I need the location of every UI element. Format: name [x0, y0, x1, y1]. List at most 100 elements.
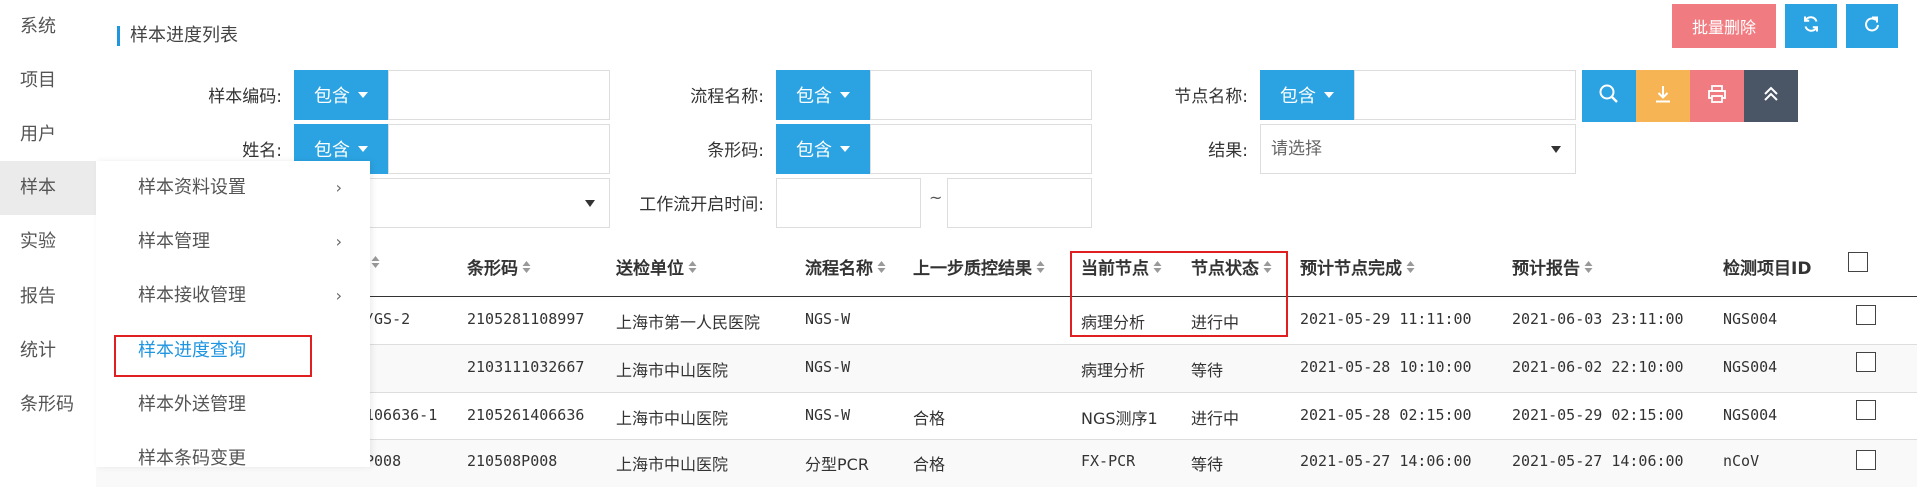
cell-test-item: nCoV — [1723, 452, 1760, 470]
node-name-mode-label: 包含 — [1280, 86, 1316, 107]
nav-item-experiment[interactable]: 实验 — [0, 215, 96, 269]
submenu-item-sample-info-settings[interactable]: 样本资料设置 › — [96, 161, 370, 215]
cell-prev-qc: 合格 — [913, 409, 946, 428]
cell-flow: 分型PCR — [805, 455, 869, 474]
nav-item-project[interactable]: 项目 — [0, 54, 96, 108]
row-checkbox[interactable] — [1856, 305, 1876, 325]
caret-down-icon — [840, 146, 850, 152]
cell-prev-qc: 合格 — [913, 455, 946, 474]
node-name-mode-dropdown[interactable]: 包含 — [1260, 70, 1354, 120]
name-input[interactable] — [388, 124, 610, 174]
sort-icon — [1153, 259, 1162, 279]
batch-delete-button[interactable]: 批量删除 — [1672, 4, 1776, 48]
th-node-status[interactable]: 节点状态 — [1191, 254, 1272, 279]
chevron-down-icon — [1551, 146, 1561, 153]
cell-current-node: NGS测序1 — [1081, 409, 1158, 428]
caret-down-icon — [1324, 92, 1334, 98]
sample-submenu: 样本资料设置 › 样本管理 › 样本接收管理 › 样本进度查询 样本外送管理 样本条码… — [96, 161, 370, 469]
nav-item-user[interactable]: 用户 — [0, 108, 96, 162]
redo-button[interactable] — [1846, 4, 1898, 48]
date-range-separator: ~ — [929, 188, 943, 207]
cell-flow: NGS-W — [805, 358, 851, 376]
export-button[interactable] — [1636, 70, 1690, 122]
workflow-start-label: 工作流开启时间: — [639, 195, 764, 215]
submenu-item-sample-progress[interactable]: 样本进度查询 — [96, 324, 370, 378]
th-unit-label: 送检单位 — [616, 259, 684, 279]
cell-test-item: NGS004 — [1723, 310, 1778, 328]
submenu-item-sample-management[interactable]: 样本管理 › — [96, 215, 370, 269]
barcode-input[interactable] — [870, 124, 1092, 174]
nav-item-report[interactable]: 报告 — [0, 270, 96, 324]
select-all-checkbox[interactable] — [1848, 252, 1868, 272]
page-title: 样本进度列表 — [117, 26, 238, 46]
th-expect-report[interactable]: 预计报告 — [1512, 254, 1593, 279]
left-nav: 系统 项目 用户 样本 实验 报告 统计 条形码 — [0, 0, 96, 467]
cell-expect-node: 2021-05-28 02:15:00 — [1300, 406, 1472, 424]
name-label: 姓名: — [242, 141, 282, 161]
th-expect-node[interactable]: 预计节点完成 — [1300, 254, 1415, 279]
partial-select[interactable] — [360, 178, 610, 228]
th-test-item: 检测项目ID — [1723, 259, 1812, 279]
cell-sample-code: P008 — [365, 452, 402, 470]
cell-unit: 上海市第一人民医院 — [616, 313, 761, 332]
row-checkbox[interactable] — [1856, 400, 1876, 420]
th-current-node[interactable]: 当前节点 — [1081, 254, 1162, 279]
nav-item-statistics[interactable]: 统计 — [0, 324, 96, 378]
cell-barcode: 2103111032667 — [467, 358, 585, 376]
nav-item-barcode[interactable]: 条形码 — [0, 378, 96, 432]
sample-code-mode-label: 包含 — [314, 86, 350, 107]
th-prev-qc-label: 上一步质控结果 — [913, 259, 1032, 279]
cell-barcode: 2105281108997 — [467, 310, 585, 328]
flow-name-mode-dropdown[interactable]: 包含 — [776, 70, 870, 120]
th-current-node-label: 当前节点 — [1081, 259, 1149, 279]
cell-sample-code: /GS-2 — [365, 310, 411, 328]
flow-name-mode-label: 包含 — [796, 86, 832, 107]
th-barcode-label: 条形码 — [467, 259, 518, 279]
th-barcode[interactable]: 条形码 — [467, 254, 531, 279]
cell-node-status: 等待 — [1191, 455, 1224, 474]
name-mode-label: 包含 — [314, 140, 350, 161]
cell-current-node: 病理分析 — [1081, 361, 1146, 380]
node-name-input[interactable] — [1354, 70, 1576, 120]
th-flow-label: 流程名称 — [805, 259, 873, 279]
sample-code-input[interactable] — [388, 70, 610, 120]
cell-current-node: 病理分析 — [1081, 313, 1146, 332]
th-unit[interactable]: 送检单位 — [616, 254, 697, 279]
chevron-right-icon: › — [335, 232, 342, 251]
row-checkbox[interactable] — [1856, 352, 1876, 372]
search-button[interactable] — [1582, 70, 1636, 122]
submenu-item-label: 样本资料设置 — [138, 177, 246, 198]
print-button[interactable] — [1690, 70, 1744, 122]
th-expect-node-label: 预计节点完成 — [1300, 259, 1402, 279]
sort-icon — [522, 259, 531, 279]
refresh-button[interactable] — [1785, 4, 1837, 48]
submenu-item-sample-receive[interactable]: 样本接收管理 › — [96, 269, 370, 323]
sort-icon — [688, 259, 697, 279]
collapse-icon — [1760, 83, 1782, 110]
cell-expect-report: 2021-05-27 14:06:00 — [1512, 452, 1684, 470]
sample-code-mode-dropdown[interactable]: 包含 — [294, 70, 388, 120]
submenu-item-label: 样本进度查询 — [138, 340, 246, 361]
row-checkbox[interactable] — [1856, 450, 1876, 470]
result-label: 结果: — [1208, 141, 1248, 161]
flow-name-input[interactable] — [870, 70, 1092, 120]
sample-code-label: 样本编码: — [208, 87, 282, 107]
redo-icon — [1862, 14, 1882, 38]
submenu-item-label: 样本接收管理 — [138, 285, 246, 306]
cell-expect-report: 2021-05-29 02:15:00 — [1512, 406, 1684, 424]
result-select[interactable]: 请选择 — [1260, 124, 1576, 174]
chevron-right-icon: › — [335, 286, 342, 305]
nav-item-sample[interactable]: 样本 — [0, 161, 96, 215]
barcode-mode-dropdown[interactable]: 包含 — [776, 124, 870, 174]
collapse-button[interactable] — [1744, 70, 1798, 122]
nav-item-system[interactable]: 系统 — [0, 0, 96, 54]
submenu-item-sample-outsource[interactable]: 样本外送管理 — [96, 378, 370, 432]
submenu-item-sample-barcode-change[interactable]: 样本条码变更 — [96, 432, 370, 486]
chevron-down-icon — [585, 200, 595, 207]
start-date-input[interactable] — [776, 178, 921, 228]
end-date-input[interactable] — [947, 178, 1092, 228]
th-flow[interactable]: 流程名称 — [805, 254, 886, 279]
cell-barcode: 2105261406636 — [467, 406, 585, 424]
th-prev-qc[interactable]: 上一步质控结果 — [913, 254, 1045, 279]
print-icon — [1706, 83, 1728, 110]
